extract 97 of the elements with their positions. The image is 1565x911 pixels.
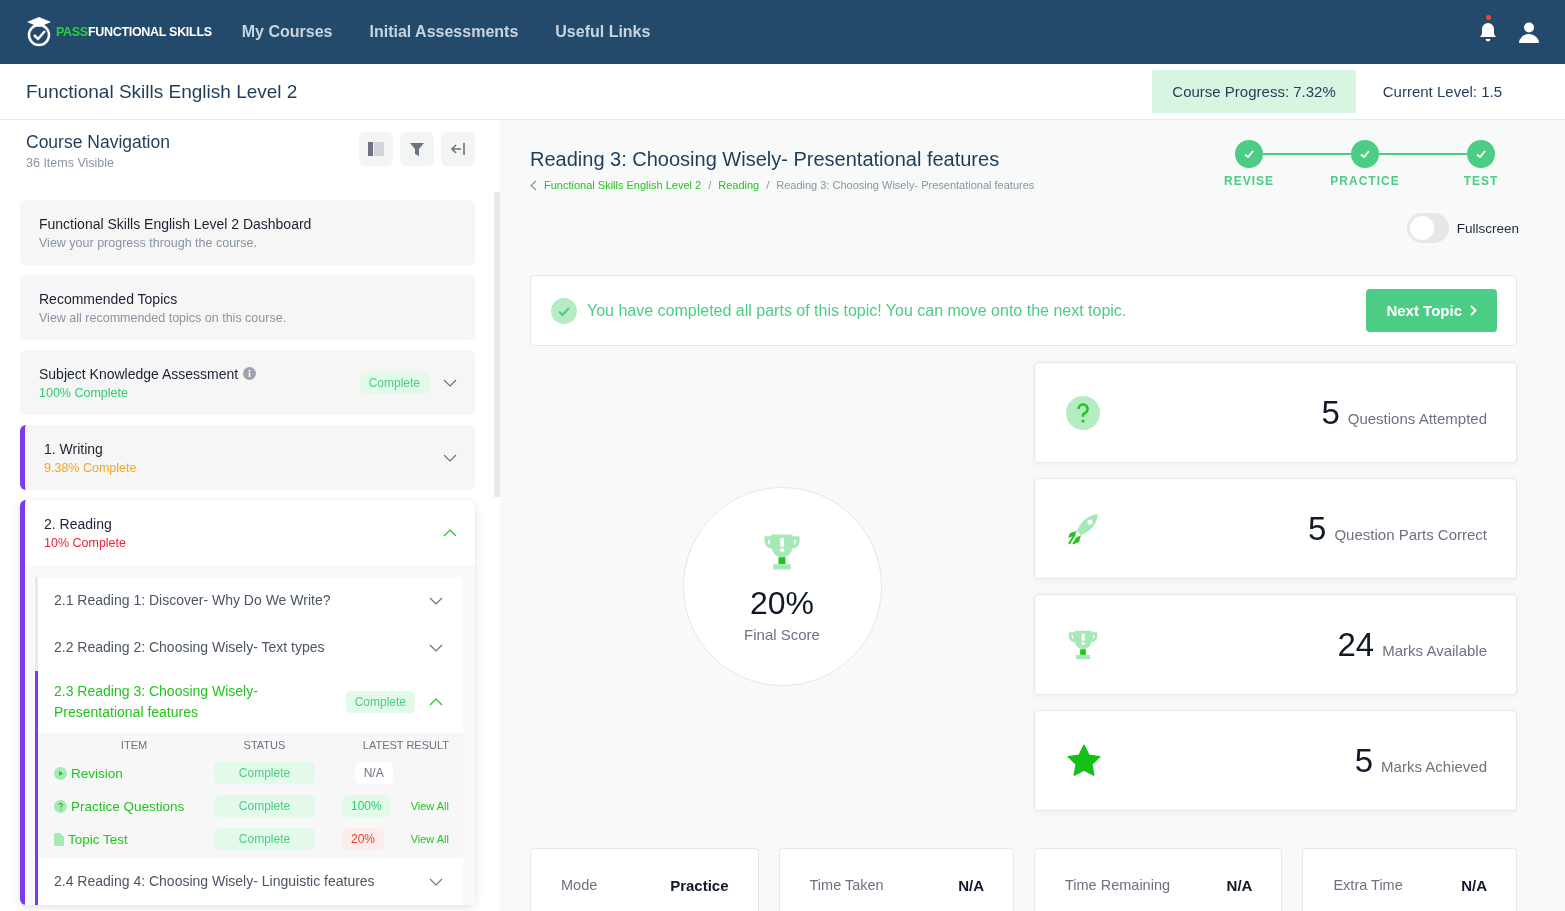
result-label: N/A <box>354 762 393 784</box>
card-description: View all recommended topics on this course. <box>39 310 288 325</box>
check-icon <box>1475 148 1487 160</box>
check-icon <box>1243 148 1255 160</box>
step-label: TEST <box>1463 174 1499 188</box>
topic-title: 2.4 Reading 4: Choosing Wisely- Linguistic features <box>54 872 376 891</box>
info-icon[interactable] <box>243 367 257 380</box>
document-icon <box>54 832 64 846</box>
info-label: Extra Time <box>1333 877 1403 893</box>
progress-text: 10% Complete <box>44 535 127 550</box>
course-title: Functional Skills English Level 2 <box>26 80 299 103</box>
column-header: STATUS <box>242 739 287 751</box>
stat-label: Marks Available <box>1382 641 1487 659</box>
breadcrumb-separator: / <box>708 179 712 191</box>
logo[interactable]: PASSFUNCTIONAL SKILLS <box>26 16 212 48</box>
nav-link[interactable]: Initial Assessments <box>369 23 519 41</box>
items-count: 36 Items Visible <box>26 156 115 170</box>
question-icon <box>54 799 67 813</box>
nav-link[interactable]: My Courses <box>241 23 333 41</box>
status-label: Complete <box>345 691 415 713</box>
progress-text: 9.38% Complete <box>44 460 138 475</box>
nav-card[interactable]: Subject Knowledge Assessment 100% Complete Complete <box>20 350 475 415</box>
play-icon <box>54 766 67 780</box>
nav-link[interactable]: Useful Links <box>555 23 651 41</box>
info-value: N/A <box>1461 877 1487 894</box>
result-label: 20% <box>342 828 385 850</box>
topic-title: 2.2 Reading 2: Choosing Wisely- Text types <box>54 638 326 657</box>
chevron-icon[interactable] <box>429 698 443 706</box>
panel-button[interactable] <box>359 132 393 166</box>
score-value: 20% <box>749 584 814 622</box>
chevron-icon[interactable] <box>443 378 457 387</box>
alert-message: You have completed all parts of this topic! You can move onto the next topic. <box>587 301 1128 320</box>
card-title: 2. Reading <box>44 515 113 532</box>
step-label: REVISE <box>1224 174 1274 188</box>
section-card[interactable]: 1. Writing 9.38% Complete <box>20 425 475 490</box>
stat-value: 5 <box>1354 741 1374 780</box>
section-card[interactable] <box>20 500 475 905</box>
topic-title: 2.1 Reading 1: Discover- Why Do We Write? <box>54 591 332 610</box>
arrow-left-icon <box>450 143 466 155</box>
chevron-icon[interactable] <box>429 877 443 886</box>
topic-item[interactable]: 2.3 Reading 3: Choosing Wisely- Presentational features Complete ITEM STATUS LATEST RESULT Revision Complete N/A Practice Questions Complete 100% View All Topic Test Complete 20% View All <box>35 671 463 858</box>
stat-value: 5 <box>1308 509 1327 548</box>
star-icon <box>1066 742 1102 779</box>
topic-title: 2.3 Reading 3: Choosing Wisely- Presentational features <box>54 682 259 722</box>
stat-value: 24 <box>1337 625 1375 664</box>
card-description: View your progress through the course. <box>39 235 258 250</box>
chevron-icon[interactable] <box>429 643 443 652</box>
info-value: Practice <box>670 877 729 894</box>
chevron-icon[interactable] <box>443 453 457 462</box>
panel-icon <box>368 142 384 156</box>
fullscreen-toggle[interactable] <box>1406 213 1449 243</box>
filter-button[interactable] <box>400 132 434 166</box>
result-label: 100% <box>342 795 391 817</box>
nav-card[interactable]: Recommended Topics View all recommended topics on this course. <box>20 275 475 340</box>
rocket-icon <box>1066 511 1100 546</box>
chevron-right-icon <box>1470 305 1477 316</box>
info-label: Mode <box>561 877 598 893</box>
card-title: 1. Writing <box>44 440 104 457</box>
step-label: PRACTICE <box>1330 174 1400 188</box>
sidebar-title: Course Navigation <box>26 132 171 153</box>
chevron-icon[interactable] <box>443 528 457 537</box>
score-label: Final Score <box>744 625 820 643</box>
toggle-label: Fullscreen <box>1456 220 1519 236</box>
question-icon <box>1066 395 1100 430</box>
current-level: Current Level: 1.5 <box>1382 83 1502 100</box>
stat-label: Question Parts Correct <box>1334 525 1487 543</box>
nav-card[interactable]: Functional Skills English Level 2 Dashboard View your progress through the course. <box>20 200 475 265</box>
info-label: Time Remaining <box>1065 877 1171 893</box>
status-label: Complete <box>214 828 315 850</box>
info-value: N/A <box>958 877 984 894</box>
topic-title: Reading 3: Choosing Wisely- Presentational features <box>530 148 1001 171</box>
logo-icon <box>26 16 52 48</box>
column-header: ITEM <box>119 739 149 751</box>
status-label: Complete <box>359 371 429 394</box>
status-label: Complete <box>214 795 315 817</box>
check-icon <box>1359 148 1371 160</box>
chevron-left-icon[interactable] <box>530 179 537 191</box>
collapse-button[interactable] <box>441 132 475 166</box>
check-circle-icon <box>551 297 577 324</box>
stat-label: Marks Achieved <box>1381 757 1487 775</box>
stat-label: Questions Attempted <box>1347 409 1487 427</box>
status-label: Complete <box>214 762 315 784</box>
breadcrumb-separator: / <box>766 179 770 191</box>
progress-text: 100% Complete <box>39 385 129 400</box>
card-title: Subject Knowledge Assessment <box>39 365 239 382</box>
column-header: LATEST RESULT <box>361 739 449 751</box>
bell-icon[interactable] <box>1479 22 1497 42</box>
course-progress: Course Progress: 7.32% <box>1152 70 1356 113</box>
logo-text: PASSFUNCTIONAL SKILLS <box>56 25 212 39</box>
card-title: Functional Skills English Level 2 Dashboard <box>39 215 313 232</box>
user-icon[interactable] <box>1519 21 1539 43</box>
stat-value: 5 <box>1321 393 1340 432</box>
card-title: Recommended Topics <box>39 290 179 307</box>
info-label: Time Taken <box>809 877 884 893</box>
chevron-icon[interactable] <box>429 596 443 605</box>
info-value: N/A <box>1226 877 1253 894</box>
filter-icon <box>410 142 424 156</box>
